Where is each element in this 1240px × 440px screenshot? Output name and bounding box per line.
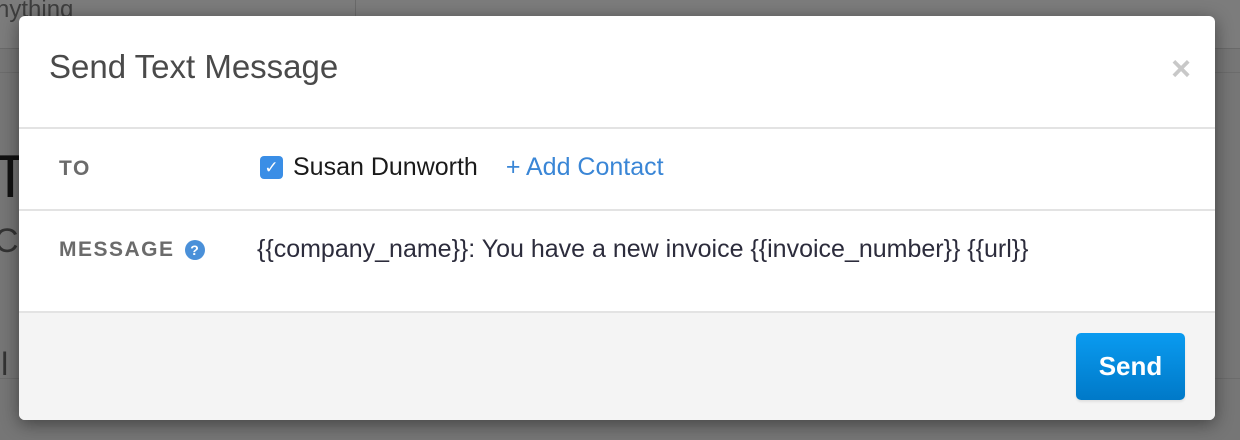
message-row: MESSAGE ? {{company_name}}: You have a n… <box>19 211 1215 313</box>
modal-footer: Send <box>19 313 1215 420</box>
close-icon[interactable]: × <box>1171 52 1191 86</box>
contact-name[interactable]: Susan Dunworth <box>293 153 478 182</box>
message-label: MESSAGE <box>59 238 175 261</box>
help-icon[interactable]: ? <box>184 240 205 260</box>
background-subheading: C <box>0 222 19 260</box>
to-label: TO <box>59 157 91 180</box>
contact-checkbox[interactable]: ✓ <box>260 156 283 179</box>
add-contact-link[interactable]: + Add Contact <box>506 153 664 182</box>
modal-header: Send Text Message × <box>19 16 1215 129</box>
message-label-group: MESSAGE ? <box>59 238 205 262</box>
modal-title: Send Text Message <box>49 48 339 85</box>
send-button[interactable]: Send <box>1076 333 1185 400</box>
to-row: TO ✓ Susan Dunworth + Add Contact <box>19 129 1215 211</box>
contact-list: ✓ Susan Dunworth + Add Contact <box>260 153 664 182</box>
message-text[interactable]: {{company_name}}: You have a new invoice… <box>257 235 1028 264</box>
send-text-message-modal: Send Text Message × TO ✓ Susan Dunworth … <box>19 16 1215 420</box>
